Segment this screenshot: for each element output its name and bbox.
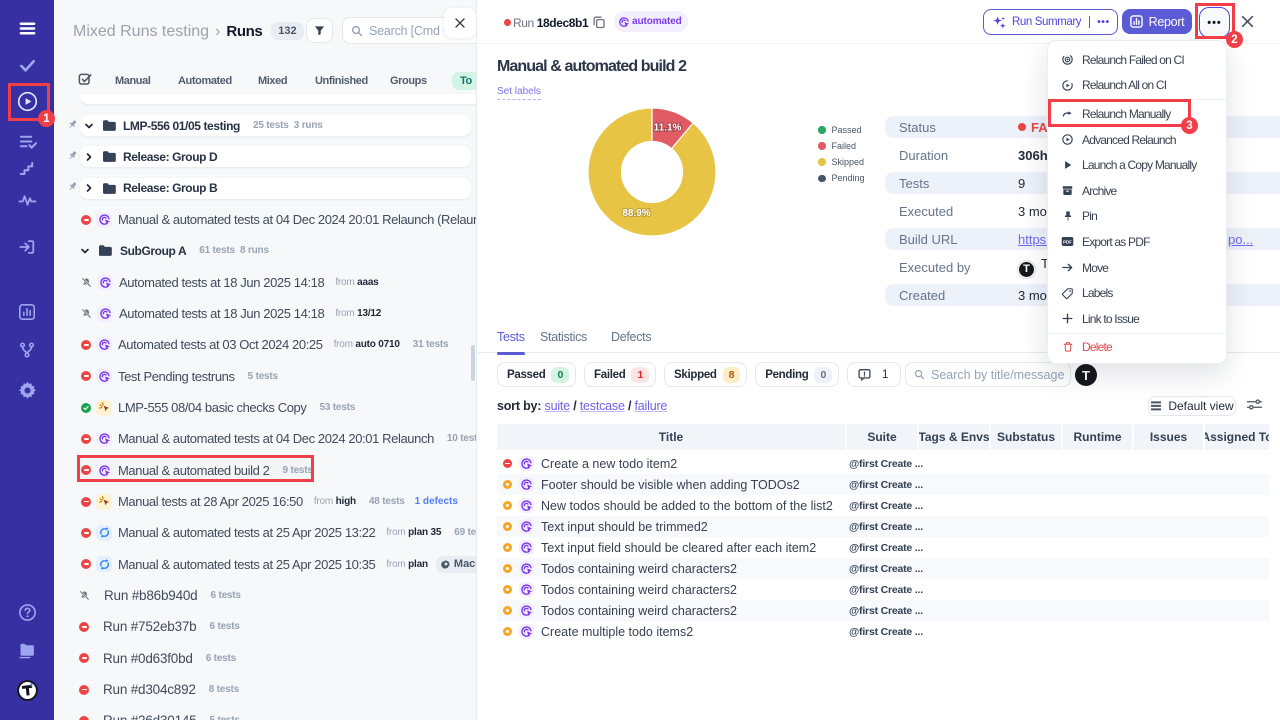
svg-text:88.9%: 88.9% (622, 208, 650, 219)
svg-text:11.1%: 11.1% (654, 123, 682, 134)
svg-text:PDF: PDF (1063, 240, 1072, 245)
